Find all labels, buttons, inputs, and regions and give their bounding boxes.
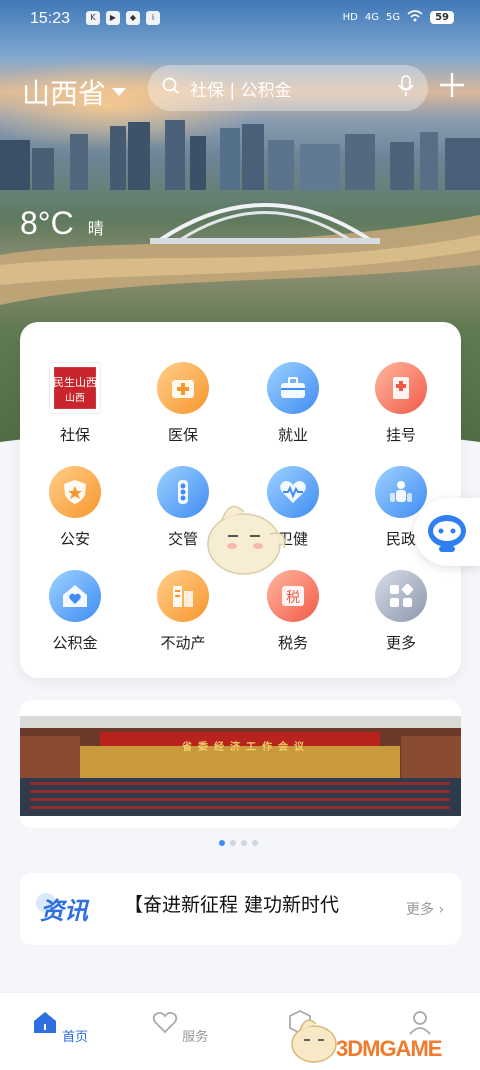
wifi-icon	[407, 10, 423, 25]
home-icon	[33, 1012, 56, 1033]
search-bar[interactable]: 社保 | 公积金	[148, 65, 428, 111]
heart-icon	[152, 1011, 178, 1034]
svg-text:税: 税	[286, 590, 300, 606]
more-grid-icon	[375, 570, 427, 622]
4g-signal-icon: 4G	[364, 12, 379, 23]
service-budongchan[interactable]: 不动产	[128, 570, 238, 670]
battery-indicator: 59	[430, 11, 454, 24]
service-label: 公积金	[52, 634, 98, 652]
news-ticker[interactable]: 资讯 【奋进新征程 建功新时代 更多 ›	[20, 873, 461, 945]
conference-hall-image	[20, 716, 461, 816]
service-label: 税务	[277, 634, 308, 652]
svg-text:山西: 山西	[65, 392, 85, 404]
notification-icons: K ▶ ◆ i	[86, 11, 160, 25]
service-guahao[interactable]: 挂号	[346, 362, 456, 462]
game-app-icon: ◆	[126, 11, 140, 25]
service-jiuye[interactable]: 就业	[238, 362, 348, 462]
news-more-link[interactable]: 更多 ›	[406, 899, 444, 919]
carousel-dot[interactable]	[241, 840, 247, 846]
news-tag: 资讯	[40, 898, 88, 925]
service-shuiwu[interactable]: 税 税务	[238, 570, 348, 670]
banner-caption: 省委经济工作会议	[182, 742, 310, 753]
ai-assistant-button[interactable]	[414, 498, 480, 566]
add-button[interactable]	[436, 70, 468, 106]
weather-widget: 8°C 晴	[20, 205, 104, 242]
nav-label: 首页	[62, 1030, 89, 1045]
k-app-icon: K	[86, 11, 100, 25]
iqiyi-app-icon: i	[146, 11, 160, 25]
province-selector[interactable]: 山西省	[22, 72, 127, 112]
clock: 15:23	[30, 10, 71, 27]
service-gongan[interactable]: 公安	[20, 466, 130, 566]
service-label: 更多	[385, 634, 416, 652]
shebao-logo-icon: 民生山西 山西	[49, 362, 101, 414]
news-more-label: 更多	[406, 902, 434, 918]
hospital-icon	[375, 362, 427, 414]
police-badge-icon	[49, 466, 101, 518]
chevron-right-icon: ›	[438, 902, 445, 918]
service-label: 社保	[59, 426, 90, 444]
watermark-mascot-icon	[291, 1019, 337, 1063]
people-icon	[375, 466, 427, 518]
medical-box-icon	[157, 362, 209, 414]
carousel-dot[interactable]	[219, 840, 225, 846]
service-label: 医保	[167, 426, 198, 444]
watermark-text: 3DMGAME	[336, 1036, 442, 1061]
search-icon	[162, 77, 180, 100]
plus-icon	[440, 73, 464, 97]
weather-condition: 晴	[87, 219, 104, 238]
mascot-sticker-icon	[207, 505, 286, 575]
service-shebao[interactable]: 民生山西 山西 社保	[20, 362, 130, 462]
temperature: 8°C	[20, 205, 74, 241]
service-label: 不动产	[160, 634, 206, 652]
house-heart-icon	[49, 570, 101, 622]
news-headline[interactable]: 【奋进新征程 建功新时代	[124, 890, 339, 917]
service-label: 挂号	[385, 426, 416, 444]
news-banner-carousel[interactable]	[20, 700, 461, 828]
svg-text:民生山西: 民生山西	[53, 375, 97, 389]
search-input[interactable]: 社保 | 公积金	[190, 76, 398, 101]
carousel-dot[interactable]	[252, 840, 258, 846]
5g-signal-icon: 5G	[385, 12, 401, 23]
status-bar: 15:23 K ▶ ◆ i HD 4G 5G 59	[0, 0, 480, 38]
carousel-dot[interactable]	[230, 840, 236, 846]
nav-services[interactable]: 服务	[140, 1009, 220, 1045]
nav-home[interactable]: 首页	[20, 1009, 100, 1045]
service-label: 公安	[59, 530, 90, 548]
carousel-indicator	[219, 840, 258, 846]
hd-indicator: HD	[342, 12, 358, 23]
service-gongjijin[interactable]: 公积金	[20, 570, 130, 670]
microphone-icon[interactable]	[398, 74, 414, 102]
service-yibao[interactable]: 医保	[128, 362, 238, 462]
video-app-icon: ▶	[106, 11, 120, 25]
watermark: 3DMGAME	[288, 1010, 474, 1070]
arch-bridge	[150, 203, 380, 244]
province-label: 山西省	[22, 78, 107, 109]
service-more[interactable]: 更多	[346, 570, 456, 670]
chevron-down-icon	[112, 88, 127, 96]
robot-icon	[428, 515, 466, 552]
nav-label: 服务	[182, 1030, 209, 1045]
system-indicators: HD 4G 5G 59	[343, 10, 454, 25]
briefcase-icon	[267, 362, 319, 414]
service-label: 就业	[277, 426, 308, 444]
